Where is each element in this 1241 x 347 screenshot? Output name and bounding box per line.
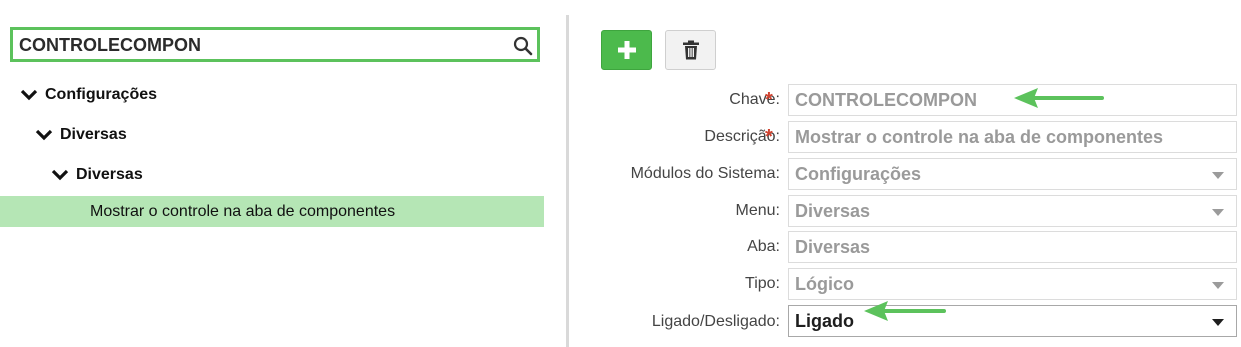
ligado-value: Ligado: [795, 310, 854, 331]
descricao-field[interactable]: Mostrar o controle na aba de componentes: [788, 121, 1237, 153]
ligado-select[interactable]: Ligado: [788, 305, 1237, 337]
chevron-down-icon[interactable]: [35, 128, 53, 142]
tipo-value: Lógico: [795, 273, 854, 294]
plus-icon: [617, 41, 636, 59]
tree-node-configuracoes[interactable]: Configurações: [20, 86, 157, 104]
modulos-label: Módulos do Sistema:: [630, 165, 780, 182]
tree-leaf-label: Mostrar o controle na aba de componentes: [90, 202, 396, 220]
menu-select[interactable]: Diversas: [788, 195, 1237, 227]
dropdown-arrow-icon[interactable]: [1212, 172, 1224, 179]
annotation-arrow-icon: [1014, 88, 1104, 108]
search-input[interactable]: [19, 34, 499, 56]
tree-leaf-selected[interactable]: Mostrar o controle na aba de componentes: [0, 196, 544, 227]
required-marker: *: [765, 126, 773, 148]
panel-divider: [566, 15, 569, 347]
annotation-arrow-icon: [864, 301, 946, 321]
trash-icon: [682, 40, 699, 60]
modulos-select[interactable]: Configurações: [788, 158, 1237, 190]
dropdown-arrow-icon[interactable]: [1212, 319, 1224, 326]
aba-label: Aba:: [747, 238, 780, 255]
required-marker: *: [765, 89, 773, 111]
tree-node-diversas[interactable]: Diversas: [35, 126, 127, 144]
add-button[interactable]: [601, 30, 652, 70]
search-icon[interactable]: [513, 36, 533, 56]
tipo-label: Tipo:: [745, 275, 780, 292]
chevron-down-icon[interactable]: [20, 88, 38, 102]
modulos-value: Configurações: [795, 163, 922, 184]
tree-node-label: Configurações: [45, 86, 158, 103]
delete-button[interactable]: [665, 30, 716, 70]
chevron-down-icon[interactable]: [51, 168, 69, 182]
aba-field[interactable]: Diversas: [788, 231, 1237, 263]
tree-node-label: Diversas: [76, 166, 143, 183]
tipo-select[interactable]: Lógico: [788, 268, 1237, 300]
dropdown-arrow-icon[interactable]: [1212, 282, 1224, 289]
tree-node-diversas-sub[interactable]: Diversas: [51, 166, 143, 184]
dropdown-arrow-icon[interactable]: [1212, 209, 1224, 216]
tree-node-label: Diversas: [60, 126, 127, 143]
menu-value: Diversas: [795, 200, 871, 221]
ligado-label: Ligado/Desligado:: [651, 313, 780, 330]
menu-label: Menu:: [735, 202, 780, 219]
search-box[interactable]: [10, 27, 540, 62]
